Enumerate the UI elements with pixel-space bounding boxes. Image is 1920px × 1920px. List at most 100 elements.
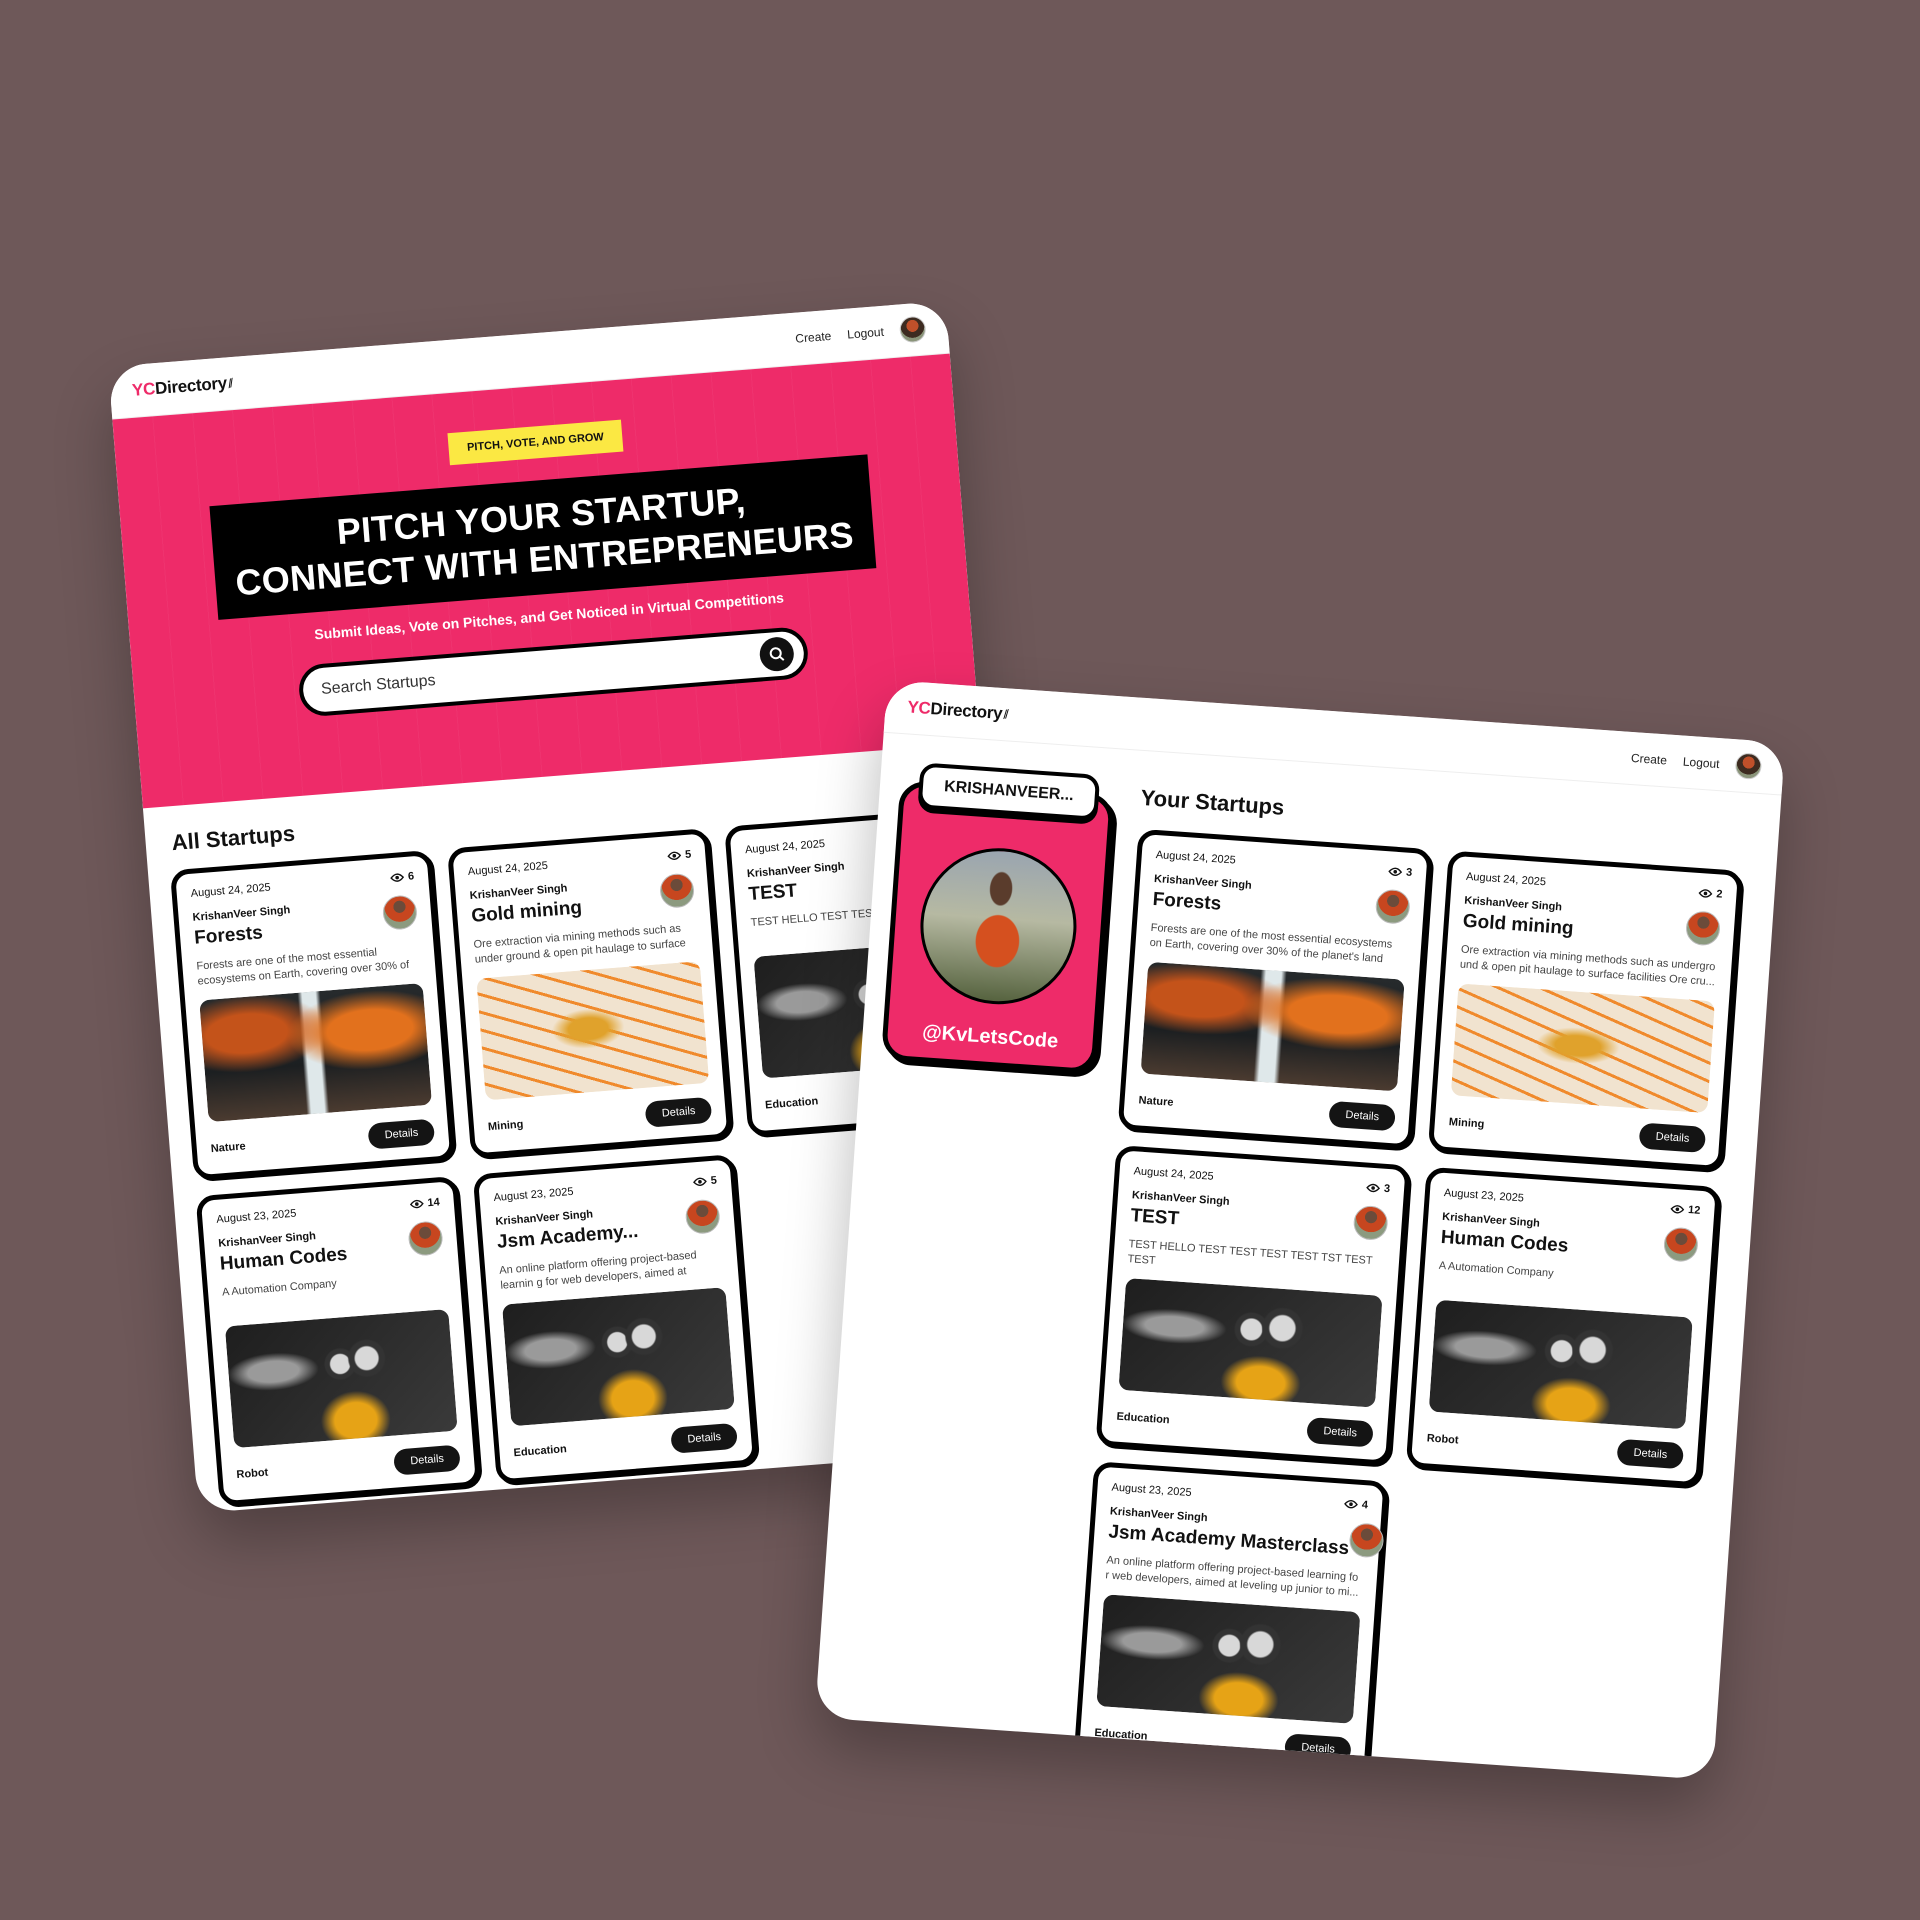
startup-image[interactable]: [1450, 983, 1715, 1114]
startup-category[interactable]: Nature: [1138, 1094, 1174, 1108]
view-count-value: 6: [407, 870, 415, 883]
startup-image[interactable]: [476, 961, 710, 1101]
author-avatar[interactable]: [1348, 1522, 1385, 1559]
eye-icon: [409, 1199, 424, 1209]
author-avatar[interactable]: [684, 1198, 721, 1235]
details-button[interactable]: Details: [1284, 1733, 1352, 1764]
search-form: [297, 626, 810, 719]
search-input[interactable]: [318, 647, 743, 701]
startup-category[interactable]: Education: [513, 1443, 567, 1459]
startup-description: Ore extraction via mining methods such a…: [1459, 943, 1716, 989]
startup-date: August 24, 2025: [1465, 870, 1547, 889]
details-button[interactable]: Details: [670, 1422, 739, 1454]
view-count-value: 5: [710, 1174, 718, 1187]
view-count: 5: [692, 1174, 717, 1188]
view-count: 3: [1388, 865, 1413, 879]
author-avatar[interactable]: [658, 872, 696, 909]
spark-icon: ⁄⁄: [1002, 707, 1010, 722]
create-link[interactable]: Create: [795, 329, 832, 346]
spark-icon: ⁄⁄: [226, 376, 236, 391]
details-button[interactable]: Details: [644, 1096, 713, 1128]
eye-icon: [1670, 1205, 1685, 1214]
profile-handle: @KvLetsCode: [921, 1021, 1059, 1053]
startup-card[interactable]: August 24, 2025 6 KrishanVeer Singh Forests…: [169, 849, 456, 1181]
startup-category[interactable]: Mining: [488, 1119, 524, 1134]
startup-card[interactable]: August 24, 2025 3 KrishanVeer Singh Forests…: [1117, 828, 1433, 1150]
startup-title[interactable]: TEST: [748, 876, 847, 906]
startup-title[interactable]: Human Codes: [219, 1244, 348, 1276]
view-count: 5: [667, 849, 692, 863]
startup-category[interactable]: Mining: [1448, 1116, 1484, 1130]
startup-card[interactable]: August 23, 2025 14 KrishanVeer Singh Human …: [195, 1175, 482, 1507]
create-link[interactable]: Create: [1631, 751, 1668, 767]
startup-date: August 24, 2025: [467, 859, 549, 879]
startup-category[interactable]: Nature: [210, 1140, 246, 1155]
startup-title[interactable]: Forests: [1152, 889, 1251, 918]
profile-card: KRISHANVEER... @KvLetsCode: [880, 762, 1115, 1075]
view-count: 6: [390, 870, 415, 884]
search-icon: [769, 647, 785, 662]
eye-icon: [1698, 889, 1713, 898]
startup-date: August 23, 2025: [215, 1207, 297, 1226]
details-button[interactable]: Details: [1616, 1438, 1685, 1470]
logout-link[interactable]: Logout: [1682, 755, 1720, 772]
logout-link[interactable]: Logout: [847, 325, 885, 342]
startup-image[interactable]: [199, 982, 433, 1123]
details-button[interactable]: Details: [367, 1118, 436, 1150]
details-button[interactable]: Details: [1328, 1100, 1396, 1132]
startup-title[interactable]: Gold mining: [1462, 911, 1574, 941]
logo[interactable]: YC Directory ⁄⁄: [907, 697, 1010, 724]
details-button[interactable]: Details: [1638, 1122, 1707, 1154]
startup-card[interactable]: August 23, 2025 4 KrishanVeer Singh Jsm Aca…: [1073, 1461, 1389, 1781]
hero-tag: Pitch, Vote, and Grow: [447, 419, 623, 466]
startup-title[interactable]: Gold mining: [471, 897, 583, 928]
startup-description: A Automation Company: [221, 1277, 338, 1299]
startup-description: An online platform offering project-base…: [1104, 1554, 1359, 1600]
startup-category[interactable]: Education: [1094, 1727, 1148, 1743]
startup-image[interactable]: [1096, 1594, 1361, 1724]
startup-image[interactable]: [1428, 1299, 1693, 1430]
startup-category[interactable]: Education: [1116, 1411, 1170, 1427]
startup-image[interactable]: [501, 1287, 735, 1427]
eye-icon: [1343, 1500, 1358, 1509]
startup-card[interactable]: August 24, 2025 3 KrishanVeer Singh TEST TES…: [1095, 1144, 1411, 1466]
details-button[interactable]: Details: [1306, 1417, 1374, 1448]
author-name[interactable]: KrishanVeer Singh: [1154, 873, 1252, 892]
startup-category[interactable]: Education: [765, 1095, 819, 1111]
startup-card[interactable]: August 24, 2025 2 KrishanVeer Singh Gold mi…: [1427, 850, 1744, 1172]
details-button[interactable]: Details: [393, 1444, 461, 1476]
startup-category[interactable]: Robot: [236, 1467, 269, 1481]
author-avatar[interactable]: [407, 1220, 444, 1257]
startup-card[interactable]: August 23, 2025 12 KrishanVeer Singh Human …: [1405, 1166, 1722, 1488]
logo[interactable]: YC Directory ⁄⁄: [131, 373, 236, 401]
author-avatar[interactable]: [1352, 1204, 1389, 1242]
author-avatar[interactable]: [381, 894, 419, 931]
startup-image[interactable]: [224, 1308, 458, 1449]
startup-title[interactable]: Human Codes: [1440, 1227, 1569, 1258]
search-button[interactable]: [758, 636, 796, 673]
author-avatar[interactable]: [1662, 1226, 1700, 1263]
hero-section: Pitch, Vote, and Grow Pitch Your Startup…: [112, 353, 981, 809]
startup-category[interactable]: Robot: [1426, 1432, 1459, 1446]
startup-title[interactable]: Forests: [193, 920, 292, 950]
startup-description: TEST HELLO TEST TEST TEST TEST TST TEST …: [1127, 1238, 1373, 1268]
eye-icon: [692, 1177, 707, 1187]
startup-description: A Automation Company: [1438, 1259, 1554, 1280]
view-count: 3: [1366, 1182, 1391, 1196]
startup-image[interactable]: [1118, 1277, 1383, 1408]
author-name[interactable]: KrishanVeer Singh: [1132, 1189, 1230, 1208]
view-count-value: 3: [1383, 1182, 1391, 1196]
startup-title[interactable]: TEST: [1130, 1205, 1229, 1234]
author-avatar[interactable]: [1684, 910, 1722, 947]
author-avatar[interactable]: [1374, 888, 1411, 925]
profile-name: KRISHANVEER...: [917, 762, 1101, 821]
startup-card[interactable]: August 23, 2025 5 KrishanVeer Singh Jsm Aca…: [472, 1154, 759, 1485]
view-count-value: 3: [1405, 866, 1413, 879]
view-count: 4: [1343, 1498, 1369, 1512]
user-avatar[interactable]: [898, 315, 927, 344]
user-avatar[interactable]: [1734, 752, 1763, 781]
view-count-value: 4: [1361, 1498, 1369, 1512]
startup-card[interactable]: August 24, 2025 5 KrishanVeer Singh Gold mi…: [447, 828, 733, 1159]
startup-image[interactable]: [1140, 961, 1405, 1092]
view-count: 12: [1670, 1203, 1701, 1217]
